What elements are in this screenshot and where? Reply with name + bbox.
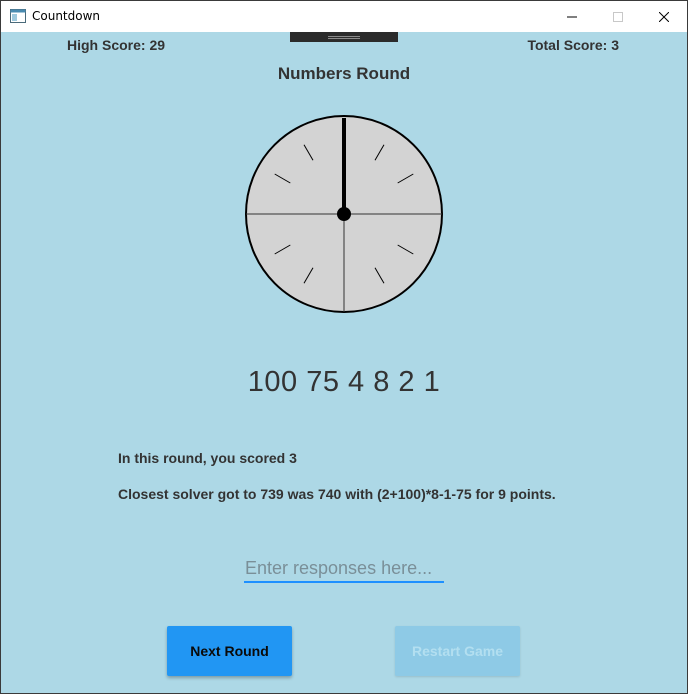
response-input[interactable] — [244, 555, 444, 583]
selected-numbers: 100 75 4 8 2 1 — [247, 366, 441, 398]
total-score: Total Score: 3 — [527, 37, 619, 53]
round-score-text: In this round, you scored 3 — [118, 450, 297, 466]
minimize-icon — [567, 16, 577, 17]
next-round-button[interactable]: Next Round — [167, 626, 292, 676]
window-title: Countdown — [32, 9, 101, 23]
round-title: Numbers Round — [277, 64, 411, 83]
minimize-button[interactable] — [549, 1, 595, 32]
restart-game-button[interactable]: Restart Game — [395, 626, 520, 676]
game-area: High Score: 29 Total Score: 3 Numbers Ro… — [1, 32, 687, 693]
app-window: Countdown High Score: 29 Total Score: 3 … — [0, 0, 688, 694]
clock-center — [337, 207, 351, 221]
app-window-icon — [10, 9, 26, 23]
high-score: High Score: 29 — [67, 37, 166, 53]
countdown-clock — [245, 115, 443, 313]
maximize-button[interactable] — [595, 1, 641, 32]
drag-grip-line — [328, 38, 360, 39]
maximize-icon — [613, 11, 623, 22]
close-button[interactable] — [641, 1, 687, 32]
closest-solver-text: Closest solver got to 739 was 740 with (… — [118, 486, 556, 502]
title-bar[interactable]: Countdown — [1, 1, 687, 32]
close-icon — [659, 11, 669, 22]
drag-grip-line — [328, 36, 360, 37]
drag-handle[interactable] — [290, 32, 398, 42]
